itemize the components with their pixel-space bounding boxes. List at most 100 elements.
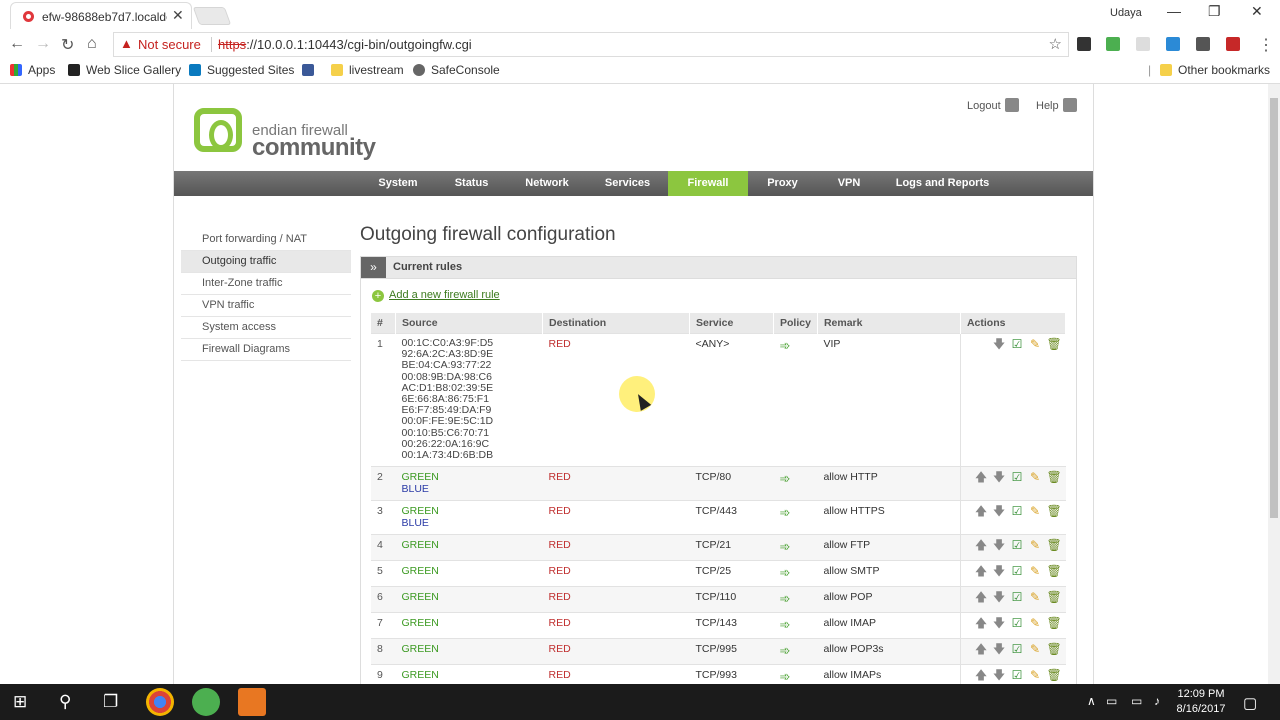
bookmark-web-slice-gallery[interactable]: Web Slice Gallery xyxy=(68,63,181,77)
bookmarks-overflow[interactable]: | xyxy=(1148,63,1151,77)
delete-trash-icon[interactable]: 🗑 xyxy=(1047,669,1062,682)
collapse-chevron-icon[interactable]: » xyxy=(361,257,386,278)
edit-pencil-icon[interactable]: ✎ xyxy=(1029,591,1042,604)
windows-start-icon[interactable]: ⊞ xyxy=(13,692,27,712)
move-down-icon[interactable]: 🡇 xyxy=(993,505,1006,518)
delete-trash-icon[interactable]: 🗑 xyxy=(1047,643,1062,656)
bookmark-facebook[interactable] xyxy=(302,63,320,77)
move-down-icon[interactable]: 🡇 xyxy=(993,471,1006,484)
move-up-icon[interactable]: 🡅 xyxy=(975,669,988,682)
system-clock[interactable]: 12:09 PM 8/16/2017 xyxy=(1170,687,1232,717)
nav-system[interactable]: System xyxy=(368,171,428,196)
move-up-icon[interactable]: 🡅 xyxy=(975,591,988,604)
enabled-checkbox-icon[interactable]: ☑ xyxy=(1011,471,1024,484)
app-taskbar-icon[interactable] xyxy=(238,688,266,716)
sidenav-vpn-traffic[interactable]: VPN traffic xyxy=(181,295,351,317)
move-up-icon[interactable]: 🡅 xyxy=(975,565,988,578)
evernote-extension-icon[interactable] xyxy=(1106,37,1120,51)
other-bookmarks[interactable]: Other bookmarks xyxy=(1160,63,1270,77)
search-icon[interactable]: ⚲ xyxy=(59,692,71,712)
nav-logs-and-reports[interactable]: Logs and Reports xyxy=(891,171,994,196)
sidenav-firewall-diagrams[interactable]: Firewall Diagrams xyxy=(181,339,351,361)
logout-link[interactable]: Logout xyxy=(967,98,1019,112)
address-bar[interactable]: ▲ Not secure https://10.0.0.1:10443/cgi-… xyxy=(113,32,1069,57)
delete-trash-icon[interactable]: 🗑 xyxy=(1047,617,1062,630)
restore-icon[interactable]: ❐ xyxy=(1208,3,1221,20)
move-up-icon[interactable]: 🡅 xyxy=(975,505,988,518)
tray-network-icon[interactable]: ▭ xyxy=(1106,694,1117,708)
sidenav-system-access[interactable]: System access xyxy=(181,317,351,339)
back-icon[interactable]: ← xyxy=(9,35,25,53)
bookmark-suggested-sites[interactable]: Suggested Sites xyxy=(189,63,294,77)
nav-proxy[interactable]: Proxy xyxy=(760,171,805,196)
move-down-icon[interactable]: 🡇 xyxy=(993,617,1006,630)
edit-pencil-icon[interactable]: ✎ xyxy=(1029,565,1042,578)
url-text[interactable]: https://10.0.0.1:10443/cgi-bin/outgoingf… xyxy=(218,37,472,52)
task-view-icon[interactable]: ❐ xyxy=(103,692,118,712)
enabled-checkbox-icon[interactable]: ☑ xyxy=(1011,565,1024,578)
tray-overflow-icon[interactable]: ∧ xyxy=(1087,694,1096,708)
bookmark-safeconsole[interactable]: SafeConsole xyxy=(413,63,500,77)
not-secure-label[interactable]: Not secure xyxy=(138,37,201,52)
sidenav-outgoing-traffic[interactable]: Outgoing traffic xyxy=(181,251,351,273)
enabled-checkbox-icon[interactable]: ☑ xyxy=(1011,669,1024,682)
extension-icon[interactable] xyxy=(1077,37,1091,51)
extension-icon[interactable] xyxy=(1166,37,1180,51)
scrollbar-thumb[interactable] xyxy=(1270,98,1278,518)
move-down-icon[interactable]: 🡇 xyxy=(993,338,1006,351)
browser-tab[interactable]: efw-98688eb7d7.localdo ✕ xyxy=(10,2,192,30)
page-scrollbar[interactable] xyxy=(1268,84,1280,684)
edit-pencil-icon[interactable]: ✎ xyxy=(1029,669,1042,682)
edit-pencil-icon[interactable]: ✎ xyxy=(1029,617,1042,630)
forward-icon[interactable]: → xyxy=(35,35,51,53)
nav-network[interactable]: Network xyxy=(517,171,577,196)
nav-vpn[interactable]: VPN xyxy=(829,171,869,196)
enabled-checkbox-icon[interactable]: ☑ xyxy=(1011,539,1024,552)
move-up-icon[interactable]: 🡅 xyxy=(975,471,988,484)
nav-firewall[interactable]: Firewall xyxy=(668,171,748,196)
delete-trash-icon[interactable]: 🗑 xyxy=(1047,539,1062,552)
delete-trash-icon[interactable]: 🗑 xyxy=(1047,505,1062,518)
edit-pencil-icon[interactable]: ✎ xyxy=(1029,643,1042,656)
reload-icon[interactable]: ↻ xyxy=(61,35,74,55)
new-tab-button[interactable] xyxy=(192,7,232,25)
close-window-icon[interactable]: ✕ xyxy=(1251,3,1263,20)
delete-trash-icon[interactable]: 🗑 xyxy=(1047,471,1062,484)
chrome-menu-icon[interactable]: ⋮ xyxy=(1258,35,1274,55)
delete-trash-icon[interactable]: 🗑 xyxy=(1047,591,1062,604)
delete-trash-icon[interactable]: 🗑 xyxy=(1047,565,1062,578)
edit-pencil-icon[interactable]: ✎ xyxy=(1029,338,1042,351)
enabled-checkbox-icon[interactable]: ☑ xyxy=(1011,591,1024,604)
sidenav-port-forwarding[interactable]: Port forwarding / NAT xyxy=(181,229,351,251)
move-down-icon[interactable]: 🡇 xyxy=(993,539,1006,552)
enabled-checkbox-icon[interactable]: ☑ xyxy=(1011,505,1024,518)
bookmark-star-icon[interactable]: ☆ xyxy=(1049,35,1062,53)
enabled-checkbox-icon[interactable]: ☑ xyxy=(1011,338,1024,351)
enabled-checkbox-icon[interactable]: ☑ xyxy=(1011,617,1024,630)
nav-services[interactable]: Services xyxy=(594,171,661,196)
edit-pencil-icon[interactable]: ✎ xyxy=(1029,471,1042,484)
edit-pencil-icon[interactable]: ✎ xyxy=(1029,539,1042,552)
move-down-icon[interactable]: 🡇 xyxy=(993,591,1006,604)
move-up-icon[interactable]: 🡅 xyxy=(975,539,988,552)
help-link[interactable]: Help xyxy=(1036,98,1077,112)
bookmark-apps[interactable]: Apps xyxy=(10,63,55,77)
add-firewall-rule-link[interactable]: + Add a new firewall rule xyxy=(372,289,500,302)
youtube-extension-icon[interactable] xyxy=(1196,37,1210,51)
notifications-icon[interactable]: ▢ xyxy=(1243,694,1257,712)
move-down-icon[interactable]: 🡇 xyxy=(993,565,1006,578)
nav-status[interactable]: Status xyxy=(444,171,499,196)
panel-header[interactable]: » Current rules xyxy=(361,257,1076,279)
chrome-taskbar-icon[interactable] xyxy=(146,688,174,716)
tray-volume-icon[interactable]: ♪ xyxy=(1154,694,1160,708)
move-down-icon[interactable]: 🡇 xyxy=(993,643,1006,656)
move-down-icon[interactable]: 🡇 xyxy=(993,669,1006,682)
extension-icon[interactable] xyxy=(1226,37,1240,51)
bookmark-livestream[interactable]: livestream xyxy=(331,63,404,77)
extension-icon[interactable] xyxy=(1136,37,1150,51)
edit-pencil-icon[interactable]: ✎ xyxy=(1029,505,1042,518)
move-up-icon[interactable]: 🡅 xyxy=(975,643,988,656)
enabled-checkbox-icon[interactable]: ☑ xyxy=(1011,643,1024,656)
minimize-icon[interactable]: — xyxy=(1167,3,1181,19)
sidenav-inter-zone-traffic[interactable]: Inter-Zone traffic xyxy=(181,273,351,295)
